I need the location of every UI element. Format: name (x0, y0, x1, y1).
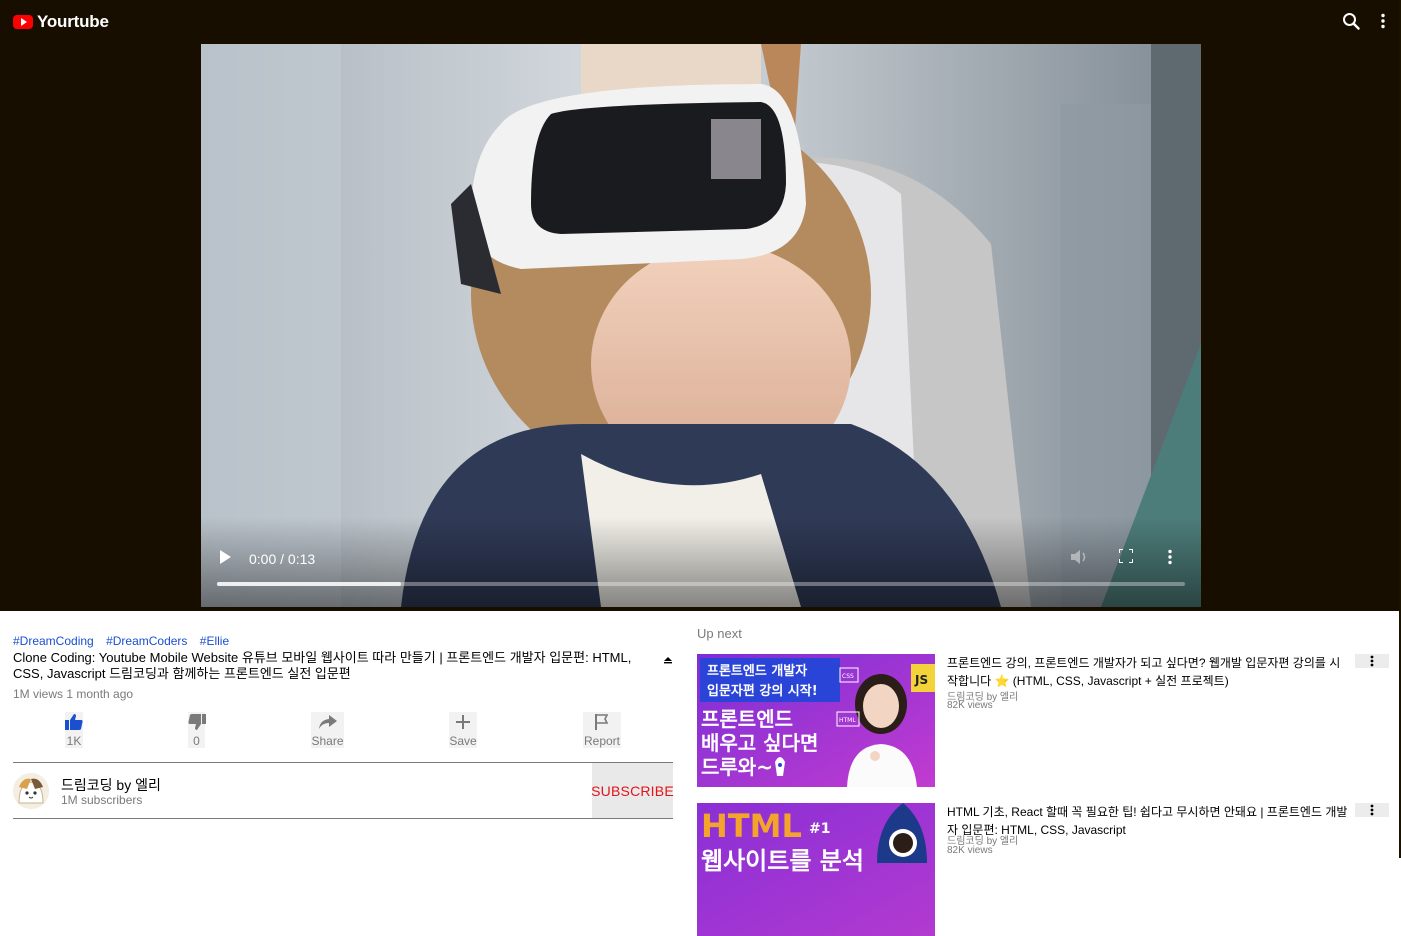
player-more-vert-icon[interactable] (1167, 549, 1187, 569)
controls-overlay (201, 517, 1201, 607)
divider (13, 818, 673, 819)
action-bar: 1K 0 Share Save Report (13, 712, 673, 752)
progress-fill (217, 582, 401, 586)
share-arrow-icon (318, 712, 337, 732)
thumb-line1: 프론트엔드 개발자 (707, 663, 807, 679)
thumb-big2: 배우고 싶다면 (701, 731, 818, 755)
video-title: Clone Coding: Youtube Mobile Website 유튜브… (13, 650, 632, 681)
thumbs-up-icon (65, 712, 83, 732)
up-next-heading: Up next (697, 626, 742, 641)
thumb-badge-html: HTML (839, 717, 856, 724)
player-container: 0:00 / 0:13 (0, 44, 1401, 611)
dislike-count: 0 (193, 734, 200, 748)
up-next-views: 82K views (947, 700, 993, 711)
up-next-views: 82K views (947, 845, 993, 856)
save-label: Save (449, 734, 477, 748)
subscribe-button[interactable]: SUBSCRIBE (591, 763, 674, 818)
more-vert-icon[interactable] (1373, 11, 1393, 31)
video-thumbnail[interactable]: HTML #1 웹사이트를 분석 (697, 803, 935, 936)
thumbs-down-icon (187, 712, 206, 732)
hashtag-link[interactable]: #Ellie (200, 634, 229, 648)
channel-avatar[interactable] (13, 773, 49, 809)
thumb-badge-css: CSS (842, 673, 854, 680)
thumb-big2: 웹사이트를 분석 (701, 847, 864, 875)
time-display: 0:00 / 0:13 (249, 551, 316, 567)
more-vert-icon[interactable] (1355, 803, 1389, 817)
up-next-title[interactable]: 프론트엔드 강의, 프론트엔드 개발자가 되고 싶다면? 웹개발 입문자편 강의… (947, 654, 1349, 690)
subscriber-count: 1M subscribers (61, 793, 143, 807)
progress-bar[interactable] (217, 582, 1185, 586)
video-info: #DreamCoding #DreamCoders #Ellie Clone C… (13, 634, 673, 701)
app-title: Yourtube (37, 12, 109, 31)
video-thumbnail[interactable]: 프론트엔드 개발자 입문자편 강의 시작! 프론트엔드 배우고 싶다면 드루와~… (697, 654, 935, 787)
thumb-big1: 프론트엔드 (701, 707, 793, 731)
up-next-item[interactable]: HTML #1 웹사이트를 분석 HTML 기초, React 할때 꼭 필요한… (697, 803, 1389, 936)
top-app-bar: Yourtube (0, 0, 1401, 44)
volume-icon[interactable] (1071, 549, 1091, 569)
hashtags: #DreamCoding #DreamCoders #Ellie (13, 634, 673, 650)
search-icon[interactable] (1341, 11, 1361, 31)
report-button[interactable]: Report (583, 712, 621, 748)
save-button[interactable]: Save (449, 712, 477, 748)
video-meta: 1M views 1 month ago (13, 687, 134, 701)
hashtag-link[interactable]: #DreamCoders (106, 634, 187, 648)
report-label: Report (583, 734, 621, 748)
share-label: Share (311, 734, 344, 748)
play-icon[interactable] (219, 550, 235, 568)
caret-up-icon[interactable] (663, 652, 673, 664)
like-button[interactable]: 1K (65, 712, 83, 748)
more-vert-icon[interactable] (1355, 654, 1389, 668)
video-player[interactable]: 0:00 / 0:13 (201, 44, 1201, 607)
thumb-big3: 드루와~ (701, 755, 773, 779)
thumb-num: #1 (809, 821, 830, 837)
up-next-item[interactable]: 프론트엔드 개발자 입문자편 강의 시작! 프론트엔드 배우고 싶다면 드루와~… (697, 654, 1389, 787)
flag-icon (595, 712, 609, 732)
youtube-play-icon (13, 15, 33, 29)
hashtag-link[interactable]: #DreamCoding (13, 634, 94, 648)
plus-icon (456, 712, 470, 732)
thumb-badge-js: JS (914, 673, 928, 687)
logo[interactable]: Yourtube (13, 12, 109, 32)
share-button[interactable]: Share (311, 712, 344, 748)
channel-row: 드림코딩 by 엘리 1M subscribers SUBSCRIBE (13, 763, 674, 818)
like-count: 1K (66, 734, 82, 748)
thumb-html: HTML (701, 807, 802, 845)
channel-name[interactable]: 드림코딩 by 엘리 (61, 775, 161, 795)
dislike-button[interactable]: 0 (187, 712, 206, 748)
thumb-line2: 입문자편 강의 시작! (707, 683, 818, 699)
fullscreen-icon[interactable] (1118, 548, 1139, 569)
